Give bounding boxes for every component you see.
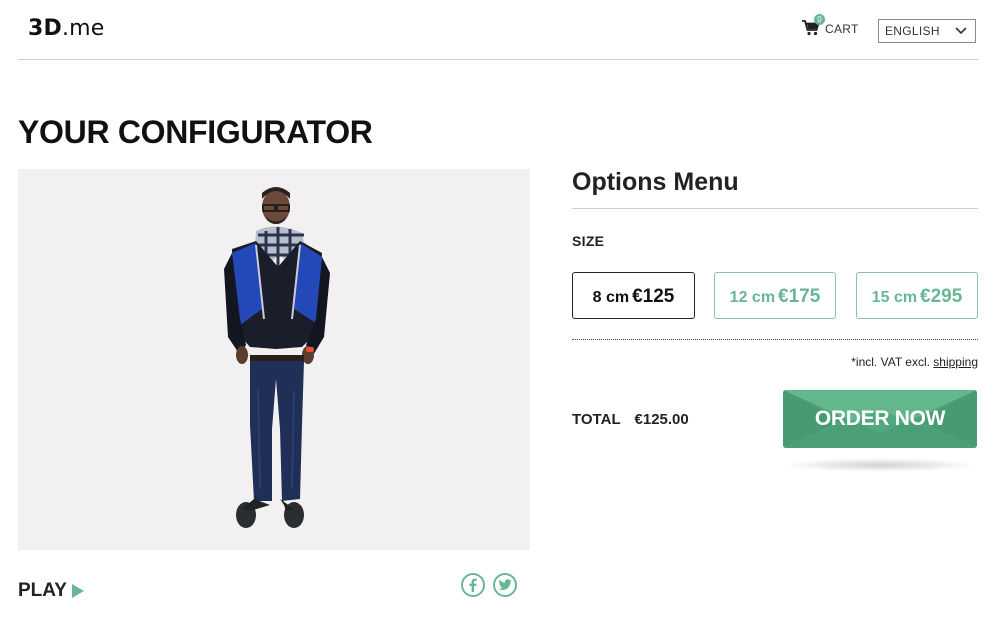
size-value: 12 cm xyxy=(729,289,776,306)
size-label: SIZE xyxy=(572,233,605,249)
cart-label: CART xyxy=(825,22,859,36)
size-price: €125 xyxy=(632,286,675,307)
logo[interactable]: 3D.me xyxy=(28,16,105,41)
divider xyxy=(572,208,978,209)
button-shadow xyxy=(783,458,977,472)
options-menu-title: Options Menu xyxy=(572,168,739,196)
size-option-8cm[interactable]: 8 cm €125 xyxy=(572,272,695,319)
language-value: ENGLISH xyxy=(885,24,940,38)
twitter-icon xyxy=(498,579,512,590)
order-now-label: ORDER NOW xyxy=(814,407,946,430)
dotted-divider xyxy=(572,339,978,340)
size-price: €175 xyxy=(778,286,821,307)
chevron-down-icon xyxy=(955,27,967,35)
3d-model-figure xyxy=(224,187,330,528)
twitter-share-button[interactable] xyxy=(493,573,517,597)
facebook-share-button[interactable] xyxy=(461,573,485,597)
shipping-link[interactable]: shipping xyxy=(933,355,978,369)
size-option-12cm[interactable]: 12 cm €175 xyxy=(714,272,836,319)
play-button[interactable]: PLAY xyxy=(18,580,85,602)
language-select[interactable]: ENGLISH xyxy=(878,19,976,43)
cart-count-badge: 0 xyxy=(814,14,825,25)
play-icon xyxy=(71,584,84,598)
cart-icon: 0 xyxy=(802,14,825,38)
size-option-15cm[interactable]: 15 cm €295 xyxy=(856,272,978,319)
size-value: 8 cm xyxy=(592,289,630,306)
page-title: YOUR CONFIGURATOR xyxy=(18,114,373,150)
vat-note: *incl. VAT excl. shipping xyxy=(851,355,978,369)
total: TOTAL €125.00 xyxy=(572,411,689,428)
total-value: €125.00 xyxy=(634,411,689,428)
cart-button[interactable]: 0 CART xyxy=(802,14,859,38)
model-viewer[interactable] xyxy=(18,169,530,550)
play-label: PLAY xyxy=(18,580,67,601)
facebook-icon xyxy=(469,578,477,592)
order-now-button[interactable]: ORDER NOW xyxy=(783,390,977,448)
size-price: €295 xyxy=(920,286,963,307)
total-label: TOTAL xyxy=(572,411,621,428)
site-header: 3D.me 0 CART ENGLISH xyxy=(18,0,978,60)
size-value: 15 cm xyxy=(871,289,918,306)
